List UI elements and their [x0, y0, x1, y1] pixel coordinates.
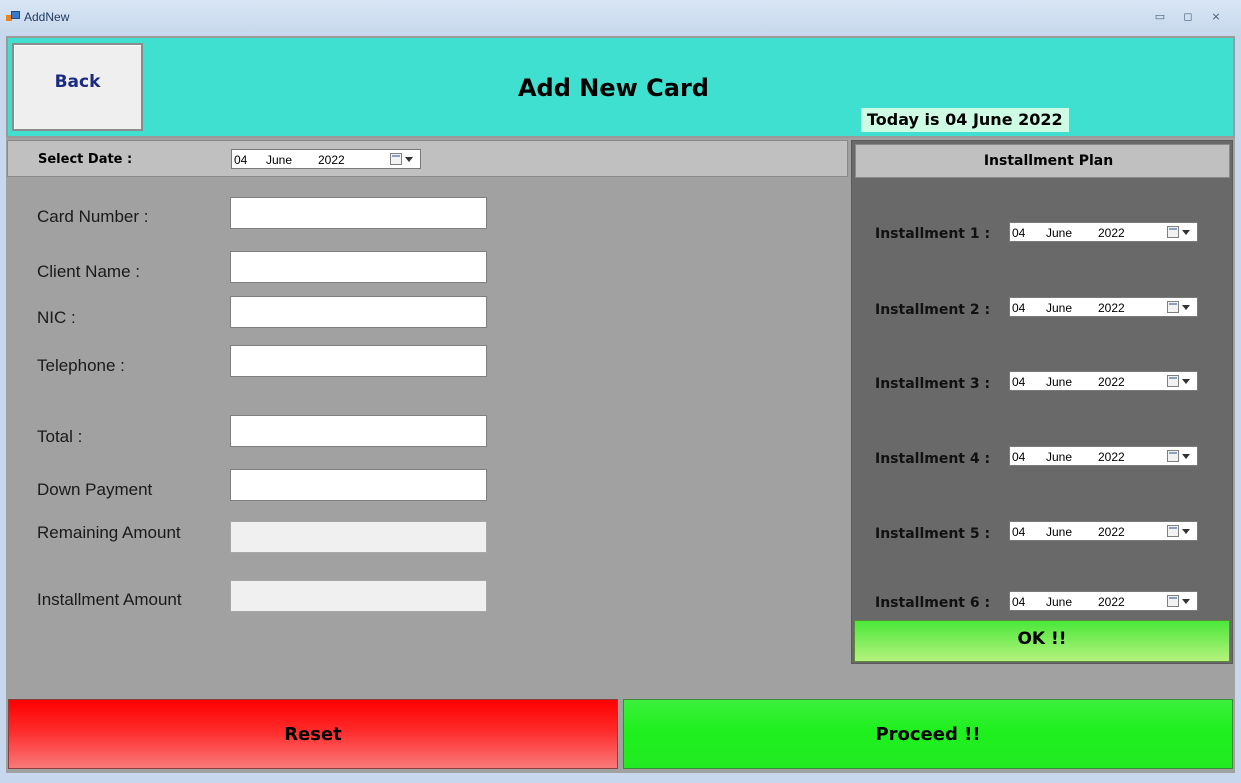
installment-2-label: Installment 2 : [875, 302, 991, 318]
calendar-dropdown-icon[interactable] [1167, 301, 1193, 314]
installment-4-label: Installment 4 : [875, 451, 991, 467]
telephone-input[interactable] [230, 345, 487, 377]
client-name-input[interactable] [230, 251, 487, 283]
installment-6-date-picker[interactable]: 04 June 2022 [1009, 591, 1198, 611]
window-title: AddNew [24, 10, 70, 24]
date-day: 04 [1012, 301, 1026, 315]
installment-3-date-picker[interactable]: 04 June 2022 [1009, 371, 1198, 391]
ok-button[interactable]: OK !! [854, 620, 1230, 662]
installment-1-date-picker[interactable]: 04 June 2022 [1009, 222, 1198, 242]
date-year: 2022 [1098, 375, 1125, 389]
installment-2-date-picker[interactable]: 04 June 2022 [1009, 297, 1198, 317]
date-month: June [266, 153, 293, 167]
installment-amount-input [230, 580, 487, 612]
close-icon[interactable]: ⨯ [1208, 10, 1224, 24]
title-bar: AddNew ▭ ◻ ⨯ [0, 0, 1241, 36]
date-day: 04 [1012, 375, 1026, 389]
installment-5-date-picker[interactable]: 04 June 2022 [1009, 521, 1198, 541]
installment-amount-label: Installment Amount [37, 590, 182, 609]
date-month: June [1046, 450, 1073, 464]
installment-plan-panel: Installment Plan Installment 1 : 04 June… [851, 140, 1233, 664]
date-day: 04 [1012, 450, 1026, 464]
date-day: 04 [1012, 525, 1026, 539]
down-payment-label: Down Payment [37, 480, 153, 499]
remaining-amount-label: Remaining Amount [37, 523, 181, 542]
remaining-amount-input [230, 521, 487, 553]
nic-input[interactable] [230, 296, 487, 328]
date-year: 2022 [1098, 450, 1125, 464]
date-year: 2022 [318, 153, 345, 167]
select-date-label: Select Date : [38, 152, 133, 167]
date-month: June [1046, 525, 1073, 539]
calendar-dropdown-icon[interactable] [1167, 226, 1193, 239]
date-year: 2022 [1098, 525, 1125, 539]
date-day: 04 [1012, 595, 1026, 609]
date-month: June [1046, 595, 1073, 609]
calendar-dropdown-icon[interactable] [1167, 595, 1193, 608]
telephone-label: Telephone : [37, 356, 125, 375]
installment-plan-title: Installment Plan [855, 144, 1230, 178]
date-month: June [1046, 226, 1073, 240]
minimize-icon[interactable]: ▭ [1152, 10, 1168, 24]
down-payment-input[interactable] [230, 469, 487, 501]
today-label: Today is 04 June 2022 [861, 108, 1069, 132]
proceed-button[interactable]: Proceed !! [623, 699, 1233, 769]
calendar-dropdown-icon[interactable] [1167, 525, 1193, 538]
date-month: June [1046, 375, 1073, 389]
date-year: 2022 [1098, 301, 1125, 315]
form-client-area: Back Add New Card Today is 04 June 2022 … [6, 36, 1235, 773]
select-date-strip: Select Date : 04 June 2022 [7, 140, 848, 177]
installment-4-date-picker[interactable]: 04 June 2022 [1009, 446, 1198, 466]
select-date-picker[interactable]: 04 June 2022 [231, 149, 421, 169]
date-year: 2022 [1098, 226, 1125, 240]
total-label: Total : [37, 427, 83, 446]
date-month: June [1046, 301, 1073, 315]
date-day: 04 [234, 153, 248, 167]
calendar-dropdown-icon[interactable] [390, 153, 416, 166]
nic-label: NIC : [37, 308, 76, 327]
header-bar: Back Add New Card Today is 04 June 2022 [6, 36, 1235, 138]
date-year: 2022 [1098, 595, 1125, 609]
reset-button[interactable]: Reset [8, 699, 618, 769]
installment-3-label: Installment 3 : [875, 376, 991, 392]
card-number-label: Card Number : [37, 207, 149, 226]
date-day: 04 [1012, 226, 1026, 240]
card-number-input[interactable] [230, 197, 487, 229]
total-input[interactable] [230, 415, 487, 447]
app-icon [6, 11, 20, 23]
client-name-label: Client Name : [37, 262, 140, 281]
installment-5-label: Installment 5 : [875, 526, 991, 542]
installment-6-label: Installment 6 : [875, 595, 991, 611]
page-title: Add New Card [517, 74, 709, 102]
installment-1-label: Installment 1 : [875, 226, 991, 242]
calendar-dropdown-icon[interactable] [1167, 450, 1193, 463]
maximize-icon[interactable]: ◻ [1180, 10, 1196, 24]
calendar-dropdown-icon[interactable] [1167, 375, 1193, 388]
